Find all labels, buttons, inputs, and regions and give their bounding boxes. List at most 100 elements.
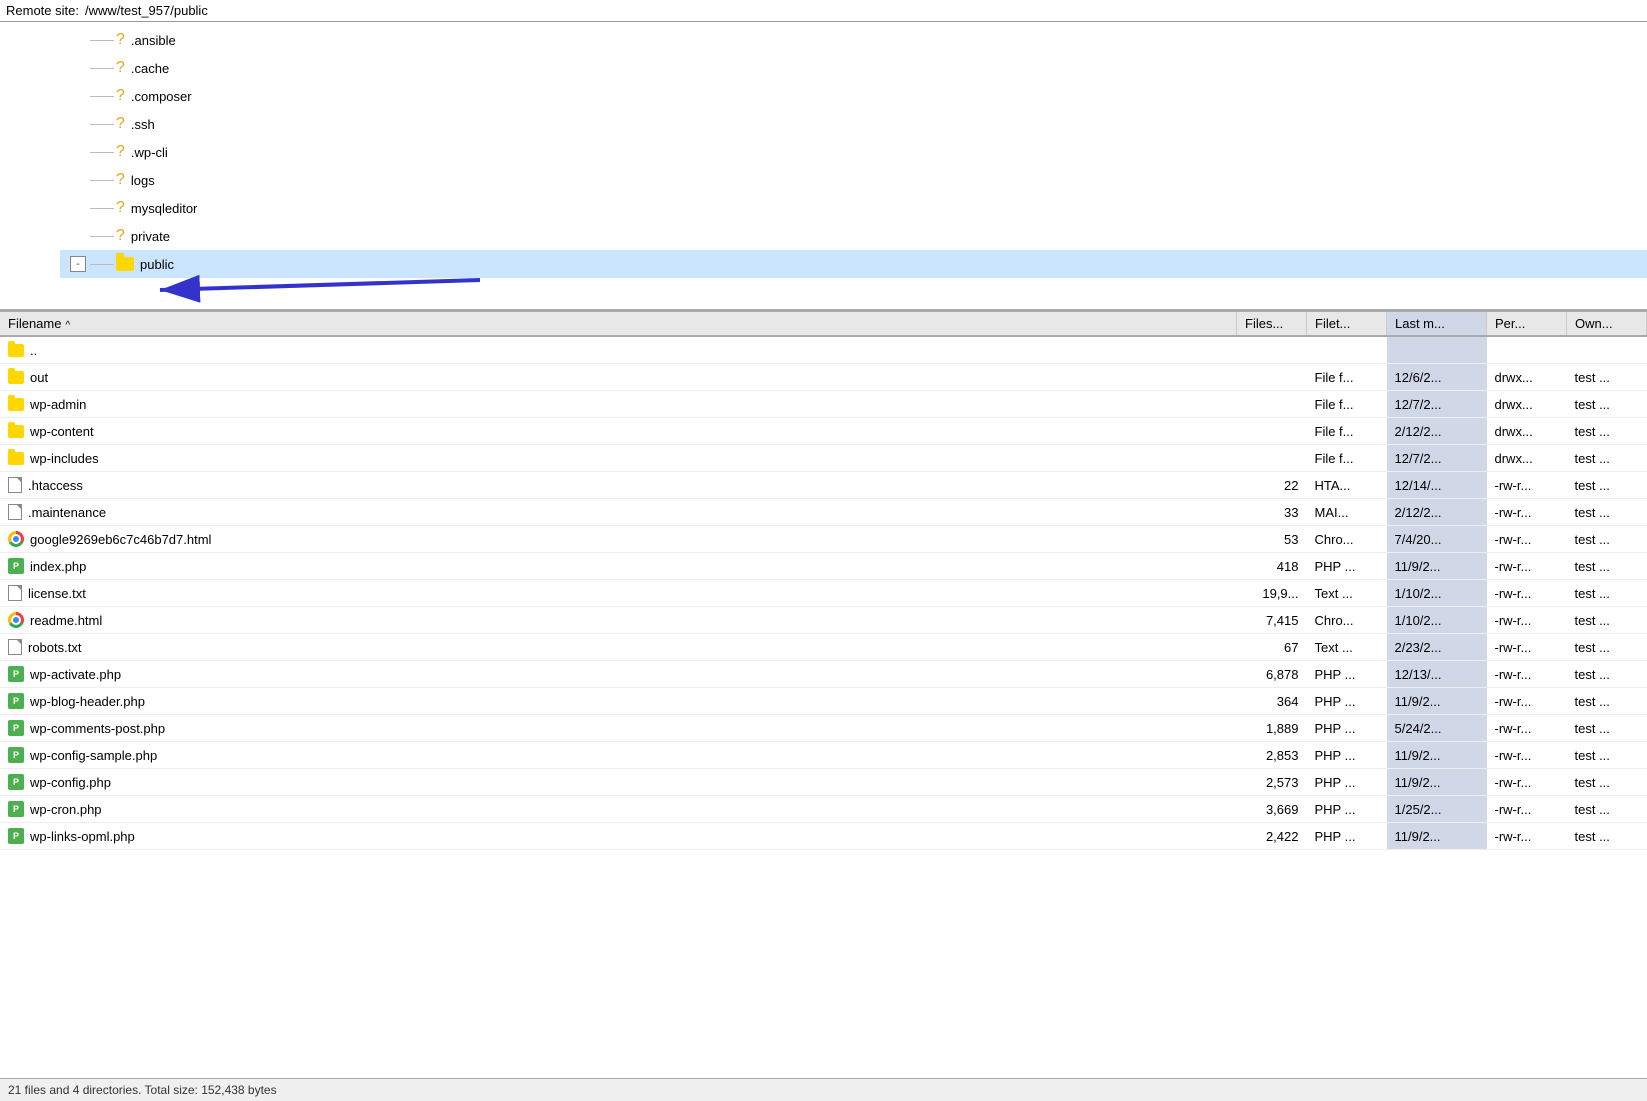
file-cell-lastmod-14: 5/24/2... xyxy=(1387,715,1487,742)
file-table: Filename^Files...Filet...Last m...Per...… xyxy=(0,312,1647,850)
file-cell-lastmod-7: 7/4/20... xyxy=(1387,526,1487,553)
question-icon-mysqleditor: ? xyxy=(116,199,125,217)
file-cell-owner-1: test ... xyxy=(1567,364,1647,391)
file-cell-name-13: wp-blog-header.php xyxy=(0,688,380,714)
php-icon-file-16 xyxy=(8,774,24,790)
file-cell-filetype-11: Text ... xyxy=(1307,634,1387,661)
table-row[interactable]: wp-cron.php3,669PHP ...1/25/2...-rw-r...… xyxy=(0,796,1647,823)
table-row[interactable]: google9269eb6c7c46b7d7.html53Chro...7/4/… xyxy=(0,526,1647,553)
php-icon-file-8 xyxy=(8,558,24,574)
file-cell-lastmod-6: 2/12/2... xyxy=(1387,499,1487,526)
file-name-text-18: wp-links-opml.php xyxy=(30,829,135,844)
sort-arrow-filename: ^ xyxy=(65,320,70,331)
file-name-text-14: wp-comments-post.php xyxy=(30,721,165,736)
connector-line-ansible xyxy=(90,40,114,41)
table-row[interactable]: index.php418PHP ...11/9/2...-rw-r...test… xyxy=(0,553,1647,580)
tree-item-public[interactable]: - public xyxy=(60,250,1647,278)
table-row[interactable]: license.txt19,9...Text ...1/10/2...-rw-r… xyxy=(0,580,1647,607)
table-row[interactable]: wp-blog-header.php364PHP ...11/9/2...-rw… xyxy=(0,688,1647,715)
col-header-filesize[interactable]: Files... xyxy=(1237,312,1307,336)
file-cell-lastmod-18: 11/9/2... xyxy=(1387,823,1487,850)
file-cell-filetype-7: Chro... xyxy=(1307,526,1387,553)
php-icon-file-13 xyxy=(8,693,24,709)
table-row[interactable]: .htaccess22HTA...12/14/...-rw-r...test .… xyxy=(0,472,1647,499)
file-cell-filesize-11: 67 xyxy=(1237,634,1307,661)
table-row[interactable]: wp-contentFile f...2/12/2...drwx...test … xyxy=(0,418,1647,445)
file-cell-name-11: robots.txt xyxy=(0,634,380,660)
file-cell-name-7: google9269eb6c7c46b7d7.html xyxy=(0,526,380,552)
tree-item-name-public: public xyxy=(140,257,174,272)
tree-item-ssh[interactable]: ?.ssh xyxy=(60,110,1647,138)
tree-item-ansible[interactable]: ?.ansible xyxy=(60,26,1647,54)
bottom-pane: Filename^Files...Filet...Last m...Per...… xyxy=(0,312,1647,1101)
expand-placeholder-ansible xyxy=(70,32,86,48)
tree-item-name-ansible: .ansible xyxy=(131,33,176,48)
file-cell-owner-6: test ... xyxy=(1567,499,1647,526)
table-row[interactable]: wp-comments-post.php1,889PHP ...5/24/2..… xyxy=(0,715,1647,742)
tree-item-wp-cli[interactable]: ?.wp-cli xyxy=(60,138,1647,166)
table-row[interactable]: wp-links-opml.php2,422PHP ...11/9/2...-r… xyxy=(0,823,1647,850)
table-row[interactable]: robots.txt67Text ...2/23/2...-rw-r...tes… xyxy=(0,634,1647,661)
folder-icon-file-4 xyxy=(8,452,24,465)
folder-icon-file-0 xyxy=(8,344,24,357)
status-bar-text: 21 files and 4 directories. Total size: … xyxy=(8,1083,277,1097)
tree-item-logs[interactable]: ?logs xyxy=(60,166,1647,194)
file-cell-lastmod-10: 1/10/2... xyxy=(1387,607,1487,634)
file-cell-owner-5: test ... xyxy=(1567,472,1647,499)
file-cell-filesize-8: 418 xyxy=(1237,553,1307,580)
file-name-text-5: .htaccess xyxy=(28,478,83,493)
table-row[interactable]: wp-activate.php6,878PHP ...12/13/...-rw-… xyxy=(0,661,1647,688)
file-cell-name-16: wp-config.php xyxy=(0,769,380,795)
file-cell-name-5: .htaccess xyxy=(0,472,380,498)
table-row[interactable]: wp-config-sample.php2,853PHP ...11/9/2..… xyxy=(0,742,1647,769)
table-row[interactable]: outFile f...12/6/2...drwx...test ... xyxy=(0,364,1647,391)
col-header-filetype[interactable]: Filet... xyxy=(1307,312,1387,336)
file-cell-perms-11: -rw-r... xyxy=(1487,634,1567,661)
file-cell-filetype-17: PHP ... xyxy=(1307,796,1387,823)
file-cell-owner-8: test ... xyxy=(1567,553,1647,580)
col-header-lastmod[interactable]: Last m... xyxy=(1387,312,1487,336)
table-row[interactable]: wp-adminFile f...12/7/2...drwx...test ..… xyxy=(0,391,1647,418)
tree-item-mysqleditor[interactable]: ?mysqleditor xyxy=(60,194,1647,222)
table-row[interactable]: .. xyxy=(0,336,1647,364)
file-cell-filetype-3: File f... xyxy=(1307,418,1387,445)
file-cell-owner-12: test ... xyxy=(1567,661,1647,688)
col-header-perms[interactable]: Per... xyxy=(1487,312,1567,336)
file-cell-lastmod-9: 1/10/2... xyxy=(1387,580,1487,607)
file-scroll-area[interactable]: Filename^Files...Filet...Last m...Per...… xyxy=(0,312,1647,1078)
col-header-filename[interactable]: Filename^ xyxy=(0,312,1237,336)
tree-item-private[interactable]: ?private xyxy=(60,222,1647,250)
table-row[interactable]: wp-includesFile f...12/7/2...drwx...test… xyxy=(0,445,1647,472)
file-cell-name-17: wp-cron.php xyxy=(0,796,380,822)
remote-site-path: /www/test_957/public xyxy=(85,3,208,18)
file-cell-owner-9: test ... xyxy=(1567,580,1647,607)
file-name-text-6: .maintenance xyxy=(28,505,106,520)
file-cell-filetype-13: PHP ... xyxy=(1307,688,1387,715)
file-cell-owner-2: test ... xyxy=(1567,391,1647,418)
tree-item-cache[interactable]: ?.cache xyxy=(60,54,1647,82)
file-cell-lastmod-1: 12/6/2... xyxy=(1387,364,1487,391)
file-name-text-13: wp-blog-header.php xyxy=(30,694,145,709)
file-cell-lastmod-3: 2/12/2... xyxy=(1387,418,1487,445)
file-cell-filetype-0 xyxy=(1307,336,1387,364)
file-cell-filesize-15: 2,853 xyxy=(1237,742,1307,769)
file-cell-perms-6: -rw-r... xyxy=(1487,499,1567,526)
tree-item-composer[interactable]: ?.composer xyxy=(60,82,1647,110)
folder-icon-public xyxy=(116,257,134,271)
folder-icon-file-1 xyxy=(8,371,24,384)
file-name-text-0: .. xyxy=(30,343,37,358)
col-header-owner[interactable]: Own... xyxy=(1567,312,1647,336)
file-cell-perms-16: -rw-r... xyxy=(1487,769,1567,796)
file-cell-filesize-6: 33 xyxy=(1237,499,1307,526)
expand-icon-public[interactable]: - xyxy=(70,256,86,272)
file-name-text-10: readme.html xyxy=(30,613,102,628)
file-cell-name-12: wp-activate.php xyxy=(0,661,380,687)
file-cell-filetype-2: File f... xyxy=(1307,391,1387,418)
file-cell-owner-10: test ... xyxy=(1567,607,1647,634)
file-name-text-17: wp-cron.php xyxy=(30,802,102,817)
table-row[interactable]: .maintenance33MAI...2/12/2...-rw-r...tes… xyxy=(0,499,1647,526)
file-cell-filesize-16: 2,573 xyxy=(1237,769,1307,796)
table-row[interactable]: wp-config.php2,573PHP ...11/9/2...-rw-r.… xyxy=(0,769,1647,796)
file-cell-lastmod-11: 2/23/2... xyxy=(1387,634,1487,661)
table-row[interactable]: readme.html7,415Chro...1/10/2...-rw-r...… xyxy=(0,607,1647,634)
